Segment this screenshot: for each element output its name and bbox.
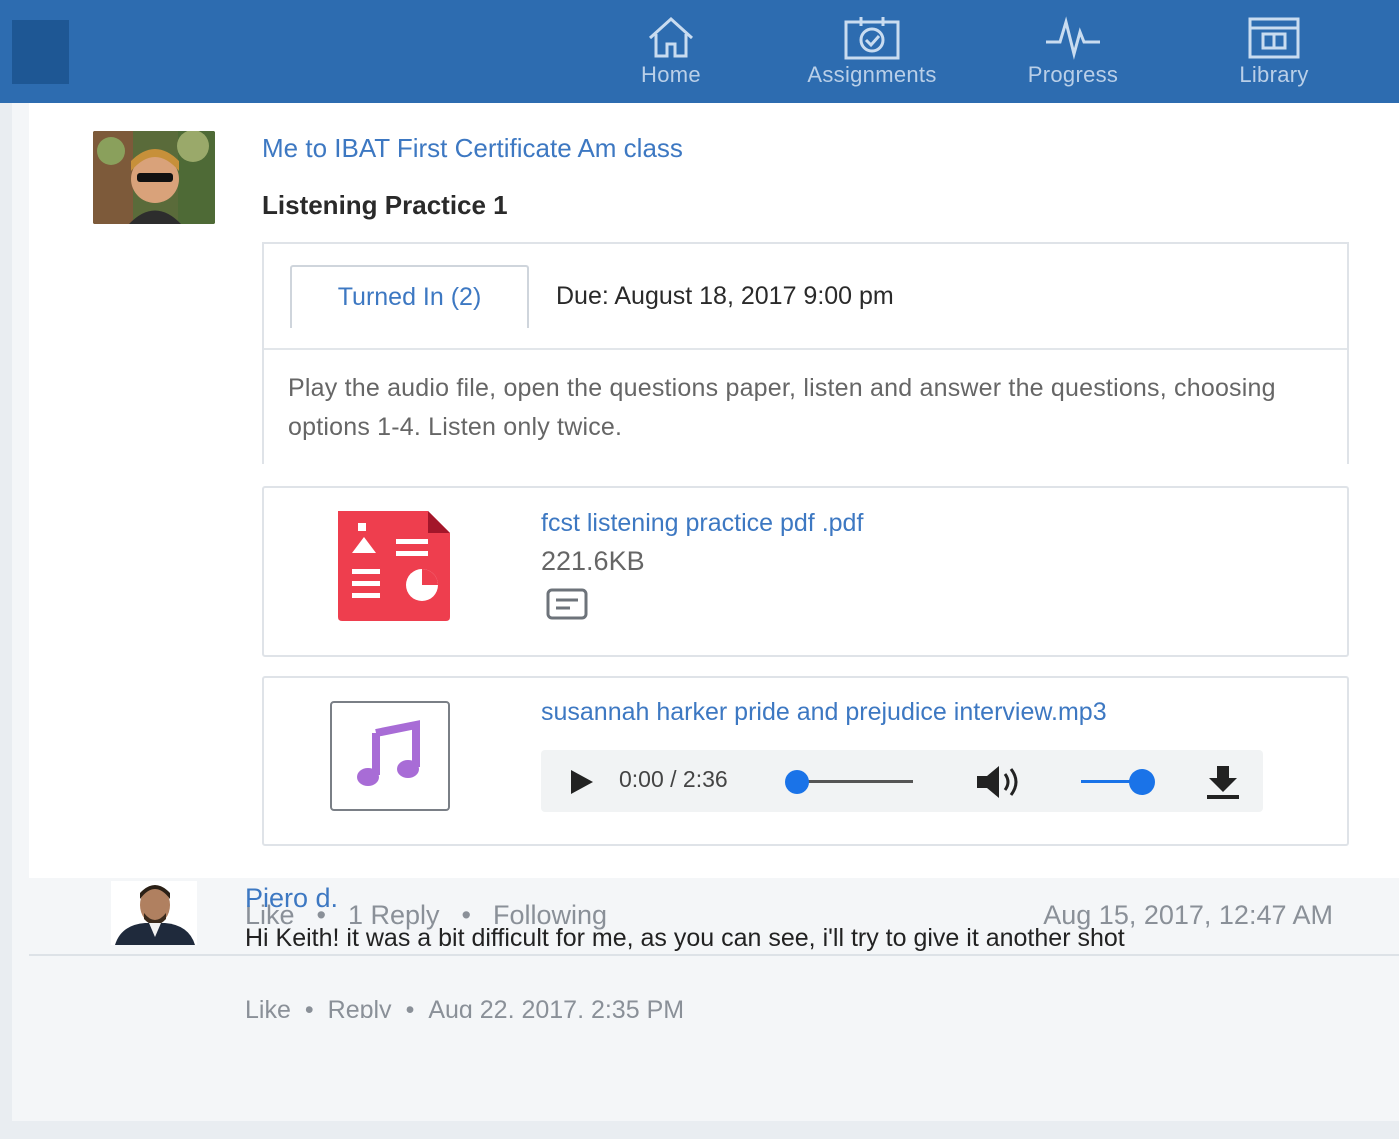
library-icon: [1248, 17, 1300, 59]
post-recipient[interactable]: Me to IBAT First Certificate Am class: [262, 133, 683, 164]
reply-body: Hi Keith! it was a bit difficult for me,…: [245, 924, 1125, 952]
music-icon: [357, 720, 420, 786]
post-card: Me to IBAT First Certificate Am class Li…: [29, 103, 1399, 878]
attachment-mp3[interactable]: susannah harker pride and prejudice inte…: [262, 676, 1349, 846]
reply-meta: Like • Reply • Aug 22, 2017, 2:35 PM: [245, 996, 684, 1018]
divider: [264, 348, 1347, 350]
pdf-file-icon: [338, 511, 450, 621]
audio-time: 0:00 / 2:36: [619, 766, 728, 792]
reply-avatar[interactable]: [111, 881, 197, 945]
mp3-file-name[interactable]: susannah harker pride and prejudice inte…: [541, 698, 1107, 727]
nav-library[interactable]: Library: [1189, 14, 1359, 94]
seek-handle[interactable]: [785, 770, 809, 794]
audio-player: 0:00 / 2:36: [541, 750, 1263, 812]
home-icon: [648, 16, 694, 58]
top-nav-bar: Home Assignments Progress Library: [0, 0, 1399, 103]
play-icon[interactable]: [567, 768, 597, 796]
document-preview-icon[interactable]: [546, 588, 588, 620]
volume-icon[interactable]: [975, 764, 1025, 800]
bottom-strip: [0, 1121, 1399, 1139]
nav-assignments[interactable]: Assignments: [787, 14, 957, 94]
assignments-icon: [844, 17, 900, 60]
separator: •: [304, 996, 314, 1018]
due-date: Due: August 18, 2017 9:00 pm: [556, 282, 894, 310]
nav-progress[interactable]: Progress: [988, 14, 1158, 94]
post-title: Listening Practice 1: [262, 190, 508, 220]
assignment-box: Turned In (2) Due: August 18, 2017 9:00 …: [262, 242, 1349, 464]
audio-thumbnail: [330, 701, 450, 811]
reply-author[interactable]: Piero d.: [245, 883, 338, 914]
reply-like-link[interactable]: Like: [245, 996, 291, 1018]
reply-avatar-photo: [111, 881, 197, 945]
reply-timestamp: Aug 22, 2017, 2:35 PM: [428, 996, 685, 1018]
nav-progress-label: Progress: [1027, 62, 1119, 87]
avatar-photo: [93, 131, 215, 224]
pdf-file-name[interactable]: fcst listening practice pdf .pdf: [541, 509, 863, 538]
nav-home-label: Home: [641, 62, 701, 87]
nav-home[interactable]: Home: [586, 14, 756, 94]
tab-turned-in[interactable]: Turned In (2): [290, 265, 529, 328]
attachment-pdf[interactable]: fcst listening practice pdf .pdf 221.6KB: [262, 486, 1349, 657]
feed: Me to IBAT First Certificate Am class Li…: [12, 103, 1399, 1121]
volume-handle[interactable]: [1129, 769, 1155, 795]
reply-reply-link[interactable]: Reply: [328, 996, 392, 1018]
nav-edge: [0, 0, 12, 103]
assignment-instructions: Play the audio file, open the questions …: [288, 374, 1276, 441]
avatar[interactable]: [93, 131, 215, 224]
menu-block[interactable]: [12, 20, 69, 84]
progress-icon: [1046, 16, 1100, 60]
separator: •: [405, 996, 415, 1018]
pdf-file-size: 221.6KB: [541, 546, 645, 576]
nav-assignments-label: Assignments: [807, 62, 937, 87]
seek-bar[interactable]: [799, 780, 913, 783]
download-icon[interactable]: [1203, 764, 1243, 800]
nav-library-label: Library: [1239, 62, 1309, 87]
